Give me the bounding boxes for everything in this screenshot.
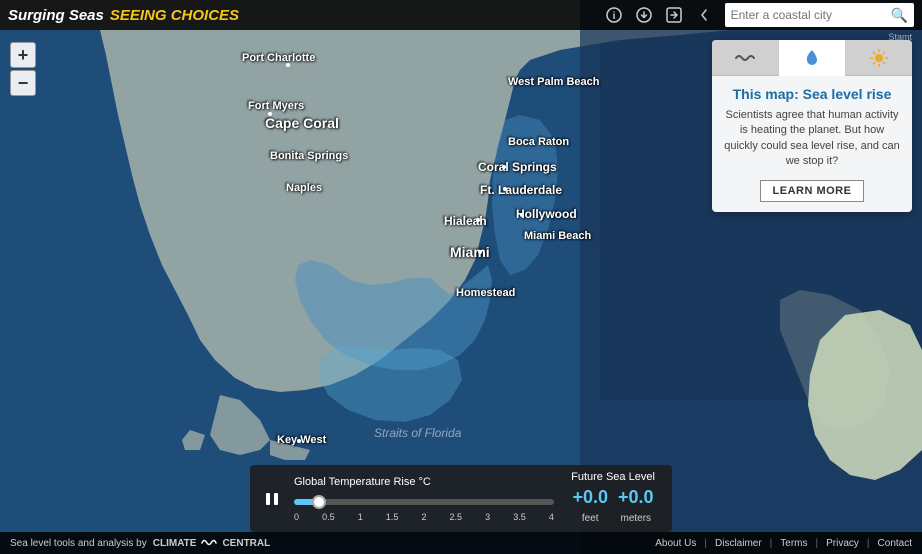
footer-logo-suffix: CENTRAL bbox=[222, 538, 270, 549]
svg-text:i: i bbox=[612, 11, 615, 22]
footer-privacy[interactable]: Privacy bbox=[826, 538, 859, 549]
zoom-out-button[interactable]: − bbox=[10, 70, 36, 96]
future-meters: +0.0 meters bbox=[618, 487, 654, 526]
header-icons: i bbox=[601, 2, 717, 28]
tick-35: 3.5 bbox=[513, 512, 526, 522]
pause-button[interactable] bbox=[264, 491, 280, 507]
water-tab[interactable] bbox=[779, 40, 846, 76]
footer-disclaimer[interactable]: Disclaimer bbox=[715, 538, 762, 549]
footer-contact[interactable]: Contact bbox=[878, 538, 912, 549]
logo: Surging Seas SEEING CHOICES bbox=[8, 7, 239, 24]
temperature-slider[interactable] bbox=[294, 499, 554, 505]
footer: Sea level tools and analysis by CLIMATE … bbox=[0, 532, 922, 554]
bottom-controls: Global Temperature Rise °C 0 0.5 1 1.5 2… bbox=[250, 465, 672, 532]
wave-tab[interactable] bbox=[712, 40, 779, 76]
logo-surging-seas: Surging Seas bbox=[8, 7, 104, 24]
header: Surging Seas SEEING CHOICES i bbox=[0, 0, 922, 30]
future-feet-value: +0.0 bbox=[572, 487, 608, 508]
logo-seeing-choices: SEEING CHOICES bbox=[110, 7, 239, 24]
zoom-in-button[interactable]: + bbox=[10, 42, 36, 68]
tick-05: 0.5 bbox=[322, 512, 335, 522]
zoom-controls: + − bbox=[10, 42, 36, 96]
footer-logo-text: CLIMATE bbox=[153, 538, 197, 549]
tick-25: 2.5 bbox=[450, 512, 463, 522]
slider-section: Global Temperature Rise °C 0 0.5 1 1.5 2… bbox=[294, 476, 554, 522]
future-values: +0.0 feet +0.0 meters bbox=[572, 487, 653, 526]
info-panel-text: Scientists agree that human activity is … bbox=[724, 108, 900, 170]
slider-label: Global Temperature Rise °C bbox=[294, 476, 431, 488]
info-panel-title: This map: Sea level rise bbox=[724, 86, 900, 102]
info-panel-body: This map: Sea level rise Scientists agre… bbox=[712, 76, 912, 212]
future-feet-unit: feet bbox=[582, 513, 599, 524]
info-panel: This map: Sea level rise Scientists agre… bbox=[712, 40, 912, 212]
info-panel-tabs bbox=[712, 40, 912, 76]
sun-tab[interactable] bbox=[845, 40, 912, 76]
tick-4: 4 bbox=[549, 512, 554, 522]
search-icon[interactable]: 🔍 bbox=[891, 7, 908, 24]
tick-3: 3 bbox=[485, 512, 490, 522]
footer-right: About Us | Disclaimer | Terms | Privacy … bbox=[655, 538, 912, 549]
future-meters-value: +0.0 bbox=[618, 487, 654, 508]
slider-wrapper bbox=[294, 492, 554, 510]
back-icon-btn[interactable] bbox=[691, 2, 717, 28]
info-icon-btn[interactable]: i bbox=[601, 2, 627, 28]
download-icon-btn[interactable] bbox=[631, 2, 657, 28]
future-section: Future Sea Level +0.0 feet +0.0 meters bbox=[568, 471, 658, 526]
footer-terms[interactable]: Terms bbox=[780, 538, 807, 549]
tick-15: 1.5 bbox=[386, 512, 399, 522]
learn-more-button[interactable]: LEARN MORE bbox=[760, 180, 865, 202]
share-icon-btn[interactable] bbox=[661, 2, 687, 28]
climate-central-logo: CLIMATE CENTRAL bbox=[153, 537, 270, 549]
future-sea-level-label: Future Sea Level bbox=[571, 471, 655, 483]
slider-ticks: 0 0.5 1 1.5 2 2.5 3 3.5 4 bbox=[294, 512, 554, 522]
search-container[interactable]: 🔍 bbox=[725, 3, 914, 27]
footer-left-text: Sea level tools and analysis by bbox=[10, 538, 147, 549]
future-meters-unit: meters bbox=[620, 513, 651, 524]
future-feet: +0.0 feet bbox=[572, 487, 608, 526]
footer-about[interactable]: About Us bbox=[655, 538, 696, 549]
tick-0: 0 bbox=[294, 512, 299, 522]
tick-1: 1 bbox=[358, 512, 363, 522]
search-input[interactable] bbox=[731, 8, 891, 22]
footer-left: Sea level tools and analysis by CLIMATE … bbox=[10, 537, 270, 549]
tick-2: 2 bbox=[421, 512, 426, 522]
